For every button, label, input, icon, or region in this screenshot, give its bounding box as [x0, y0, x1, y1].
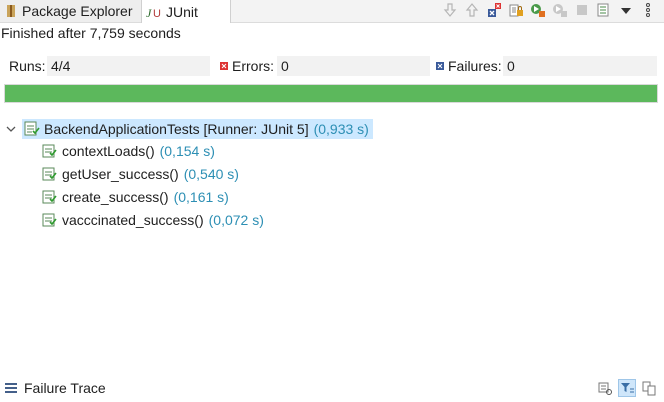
- runs-counter: Runs:: [9, 55, 46, 77]
- error-icon: [220, 62, 228, 70]
- test-passed-icon: [42, 143, 58, 159]
- package-explorer-icon: [4, 4, 18, 18]
- failure-trace-title: Failure Trace: [4, 380, 106, 396]
- test-case-row[interactable]: getUser_success() (0,540 s): [42, 163, 239, 185]
- failures-value: 0: [503, 56, 657, 76]
- compare-results-icon[interactable]: [596, 379, 614, 397]
- failure-trace-label: Failure Trace: [24, 380, 106, 396]
- tab-package-explorer[interactable]: Package Explorer: [0, 0, 141, 22]
- failures-value-box: 0: [503, 55, 657, 77]
- previous-failure-icon[interactable]: [464, 2, 480, 18]
- test-passed-icon: [42, 189, 58, 205]
- svg-text:J: J: [146, 6, 152, 19]
- errors-value: 0: [277, 56, 430, 76]
- runs-value: 4/4: [47, 56, 210, 76]
- stop-icon[interactable]: [574, 2, 590, 18]
- view-tab-bar: Package Explorer JU JUnit: [0, 0, 664, 23]
- filter-stack-trace-icon[interactable]: [618, 379, 636, 397]
- errors-value-box: 0: [277, 55, 430, 77]
- test-suite-passed-icon: [24, 121, 40, 137]
- test-case-name: create_success(): [62, 189, 169, 205]
- test-case-time: (0,161 s): [173, 189, 229, 205]
- test-passed-icon: [42, 212, 58, 228]
- rerun-failed-first-icon[interactable]: [552, 2, 568, 18]
- svg-text:U: U: [153, 8, 161, 19]
- test-case-time: (0,154 s): [159, 143, 215, 159]
- failures-label: Failures:: [448, 58, 502, 74]
- rerun-test-icon[interactable]: [530, 2, 546, 18]
- tree-root-label: BackendApplicationTests [Runner: JUnit 5…: [44, 121, 309, 137]
- tab-package-explorer-label: Package Explorer: [22, 3, 133, 19]
- show-failures-only-icon[interactable]: [486, 2, 502, 18]
- test-case-name: vacccinated_success(): [62, 212, 204, 228]
- test-case-row[interactable]: create_success() (0,161 s): [42, 186, 229, 208]
- test-progress-fill: [5, 85, 657, 102]
- test-case-time: (0,072 s): [208, 212, 264, 228]
- failure-icon: [436, 62, 444, 70]
- test-case-name: contextLoads(): [62, 143, 155, 159]
- test-case-time: (0,540 s): [183, 166, 239, 182]
- test-run-history-icon[interactable]: [596, 2, 612, 18]
- tab-junit[interactable]: JU JUnit: [141, 0, 231, 23]
- collapse-chevron-icon[interactable]: [4, 124, 18, 134]
- scroll-lock-icon[interactable]: [508, 2, 524, 18]
- test-passed-icon: [42, 166, 58, 182]
- test-progress-bar: [4, 84, 658, 103]
- failure-trace-header: Failure Trace: [0, 378, 664, 402]
- view-menu-icon[interactable]: [618, 2, 634, 18]
- tree-root-selection: BackendApplicationTests [Runner: JUnit 5…: [22, 119, 373, 139]
- errors-counter: Errors:: [220, 55, 274, 77]
- next-failure-icon[interactable]: [442, 2, 458, 18]
- runs-value-box: 4/4: [47, 55, 210, 77]
- test-case-row[interactable]: vacccinated_success() (0,072 s): [42, 209, 264, 231]
- junit-icon: JU: [146, 5, 162, 19]
- failure-trace-toolbar: [596, 379, 658, 397]
- tree-root-time: (0,933 s): [313, 121, 369, 137]
- counters-panel: Runs: 4/4 Errors: 0 Failures: 0: [0, 55, 664, 77]
- more-options-icon[interactable]: [640, 2, 656, 18]
- failures-counter: Failures:: [436, 55, 502, 77]
- runs-label: Runs:: [9, 58, 46, 74]
- run-status-text: Finished after 7,759 seconds: [1, 25, 181, 41]
- test-case-row[interactable]: contextLoads() (0,154 s): [42, 140, 215, 162]
- failure-trace-list-icon: [4, 382, 18, 394]
- copy-trace-icon[interactable]: [640, 379, 658, 397]
- errors-label: Errors:: [232, 58, 274, 74]
- tree-root-row[interactable]: BackendApplicationTests [Runner: JUnit 5…: [4, 118, 373, 140]
- junit-toolbar: [442, 0, 656, 20]
- tab-junit-label: JUnit: [166, 3, 198, 20]
- test-case-name: getUser_success(): [62, 166, 179, 182]
